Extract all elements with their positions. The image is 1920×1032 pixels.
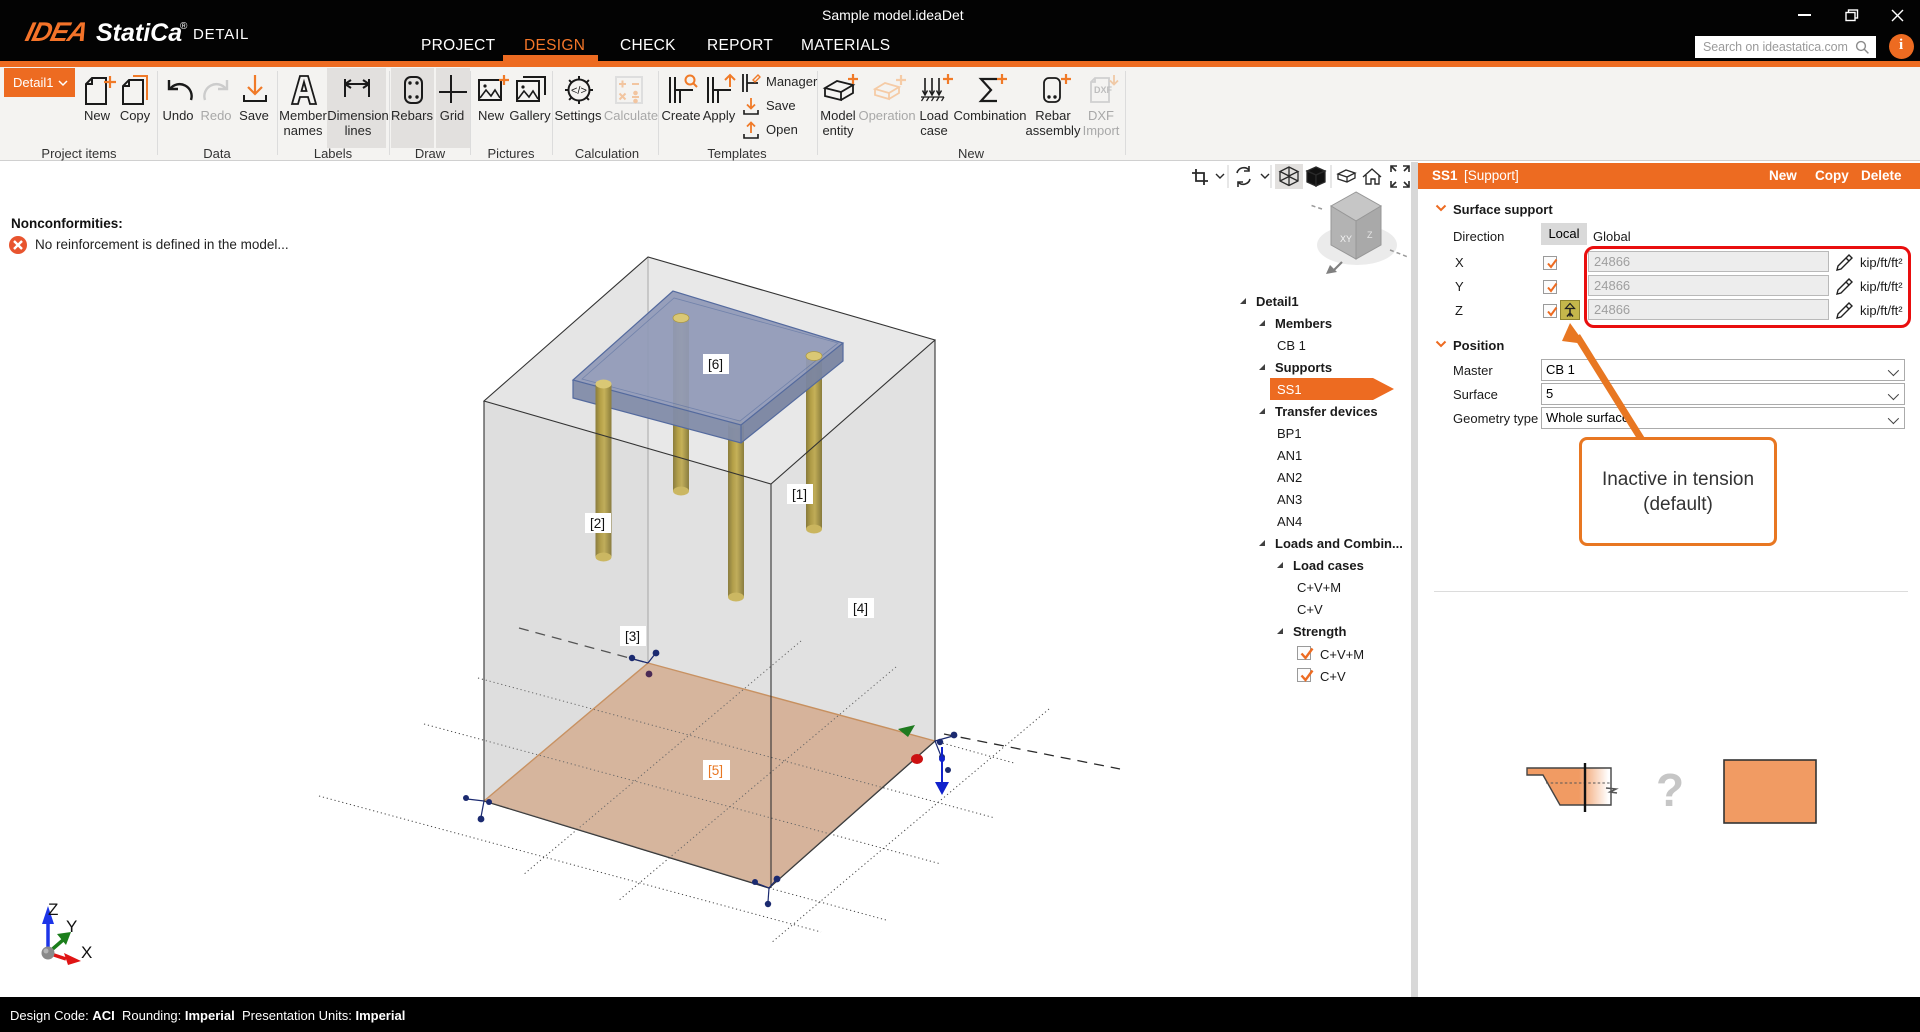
svg-text:[3]: [3] (625, 629, 640, 644)
svg-text:Z: Z (48, 900, 58, 919)
svg-text:No reinforcement is defined in: No reinforcement is defined in the model… (35, 237, 289, 252)
svg-text:Y: Y (66, 917, 77, 936)
svg-text:X: X (81, 943, 92, 962)
svg-text:IDEA: IDEA (23, 17, 91, 47)
svg-text:?: ? (1656, 764, 1684, 816)
svg-text:[6]: [6] (708, 357, 723, 372)
svg-text:DXF: DXF (1094, 85, 1113, 95)
svg-text:Z: Z (1367, 230, 1373, 240)
svg-text:[4]: [4] (853, 601, 868, 616)
svg-text:®: ® (180, 21, 188, 32)
svg-text:StatiCa: StatiCa (96, 19, 182, 47)
svg-text:[2]: [2] (590, 516, 605, 531)
svg-text:Nonconformities:: Nonconformities: (11, 216, 123, 231)
svg-text:XY: XY (1340, 234, 1352, 244)
svg-text:[5]: [5] (708, 763, 723, 778)
svg-text:</>: </> (571, 85, 587, 97)
svg-text:[1]: [1] (792, 487, 807, 502)
